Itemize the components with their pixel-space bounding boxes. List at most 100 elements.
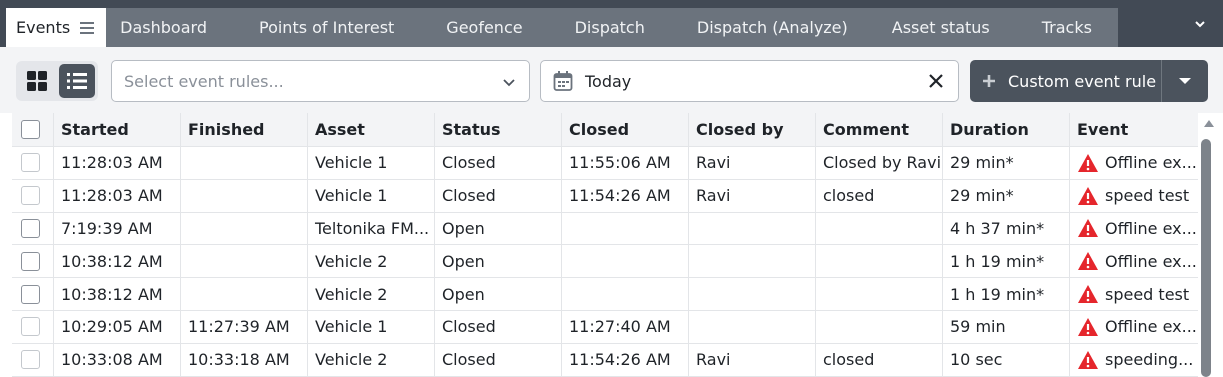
row-checkbox[interactable] <box>21 317 40 337</box>
cell-text: 10:33:08 AM <box>61 350 163 370</box>
cell-text: Vehicle 2 <box>315 284 388 304</box>
cell-asset: Vehicle 2 <box>307 245 434 278</box>
hamburger-icon[interactable] <box>80 21 95 34</box>
row-checkbox[interactable] <box>21 284 40 304</box>
cell-text: speed test <box>1105 284 1190 304</box>
tab-label: Dispatch <box>574 18 645 37</box>
cell-asset: Vehicle 1 <box>307 179 434 212</box>
table-row[interactable]: 11:28:03 AM Vehicle 1 Closed 11:54:26 AM Rav… <box>12 179 1198 213</box>
cell-text: 11:54:26 AM <box>569 186 671 206</box>
cell-text: 11:27:39 AM <box>188 317 290 337</box>
tab-points-of-interest[interactable]: Points of Interest <box>221 8 420 47</box>
grid-view-button[interactable] <box>19 64 55 98</box>
cell-closed: 11:55:06 AM <box>561 147 688 179</box>
cell-event: speeding... <box>1069 343 1198 376</box>
cell-duration: 59 min <box>942 310 1069 343</box>
warning-triangle-icon <box>1078 153 1098 172</box>
event-rules-select[interactable]: Select event rules... <box>111 60 530 102</box>
tab-dispatch-analyze[interactable]: Dispatch (Analyze) <box>671 8 870 47</box>
cell-text: 11:28:03 AM <box>61 186 163 206</box>
events-table: Started Finished Asset Status Closed Clo… <box>12 113 1198 377</box>
table-row[interactable]: 10:38:12 AM Vehicle 2 Open 1 h 19 min* speed… <box>12 278 1198 311</box>
table-row[interactable]: 7:19:39 AM Teltonika FM... Open 4 h 37 min*… <box>12 212 1198 246</box>
toolbar: Select event rules... Today Custom event… <box>0 47 1223 113</box>
table-row[interactable]: 11:28:03 AM Vehicle 1 Closed 11:55:06 AM Rav… <box>12 147 1198 180</box>
row-checkbox[interactable] <box>21 251 40 271</box>
custom-event-rule-button[interactable]: Custom event rule <box>970 60 1208 102</box>
tab-events[interactable]: Events <box>6 8 107 47</box>
cell-started: 10:38:12 AM <box>53 245 180 278</box>
date-range-field[interactable]: Today <box>540 60 959 102</box>
column-asset[interactable]: Asset <box>307 113 434 146</box>
custom-event-rule-dropdown[interactable] <box>1162 60 1208 102</box>
cell-closed-by <box>688 310 815 343</box>
cell-text: closed <box>823 186 875 206</box>
tab-label: Geofence <box>446 18 523 37</box>
row-checkbox[interactable] <box>21 153 40 173</box>
cell-finished <box>180 179 307 212</box>
cell-text: speed test <box>1105 186 1190 206</box>
table-row[interactable]: 10:38:12 AM Vehicle 2 Open 1 h 19 min* Offli… <box>12 245 1198 279</box>
select-all-checkbox[interactable] <box>21 120 40 139</box>
row-checkbox[interactable] <box>21 350 40 370</box>
row-checkbox[interactable] <box>21 186 40 206</box>
column-started[interactable]: Started <box>53 113 180 146</box>
cell-closed-by <box>688 278 815 310</box>
cell-duration: 29 min* <box>942 179 1069 212</box>
cell-duration: 29 min* <box>942 147 1069 179</box>
cell-duration: 4 h 37 min* <box>942 212 1069 245</box>
scrollbar-thumb[interactable] <box>1201 139 1211 377</box>
cell-started: 10:33:08 AM <box>53 343 180 376</box>
cell-event: speed test <box>1069 179 1198 212</box>
select-placeholder: Select event rules... <box>124 71 284 91</box>
row-select-cell <box>12 278 53 310</box>
table-row[interactable]: 10:29:05 AM 11:27:39 AM Vehicle 1 Closed 11:… <box>12 310 1198 344</box>
header-select-cell <box>12 113 53 146</box>
tab-dashboard[interactable]: Dashboard <box>106 8 221 47</box>
cell-text: 11:54:26 AM <box>569 350 671 370</box>
tab-asset-status[interactable]: Asset status <box>870 8 1016 47</box>
warning-triangle-icon <box>1078 285 1098 304</box>
cell-text: 4 h 37 min* <box>950 218 1045 238</box>
cell-text: 1 h 19 min* <box>950 251 1045 271</box>
cell-comment <box>815 278 942 310</box>
table-row[interactable]: 10:33:08 AM 10:33:18 AM Vehicle 2 Closed 11:… <box>12 343 1198 377</box>
tab-label: Tracks <box>1041 18 1092 37</box>
tab-label: Points of Interest <box>258 18 395 37</box>
tab-dispatch[interactable]: Dispatch <box>549 8 671 47</box>
tab-geofence[interactable]: Geofence <box>420 8 548 47</box>
cell-text: 29 min* <box>950 186 1014 206</box>
table-body: 11:28:03 AM Vehicle 1 Closed 11:55:06 AM Rav… <box>12 147 1198 377</box>
cell-asset: Vehicle 1 <box>307 310 434 343</box>
close-icon[interactable] <box>928 73 944 89</box>
tab-label: Asset status <box>891 18 990 37</box>
cell-closed: 11:27:40 AM <box>561 310 688 343</box>
cell-text: 1 h 19 min* <box>950 284 1045 304</box>
row-select-cell <box>12 213 53 245</box>
column-closed-by[interactable]: Closed by <box>688 113 815 146</box>
cell-status: Open <box>434 278 561 310</box>
column-status[interactable]: Status <box>434 113 561 146</box>
row-select-cell <box>12 311 53 343</box>
tab-label: Dispatch (Analyze) <box>696 18 848 37</box>
column-comment[interactable]: Comment <box>815 113 942 146</box>
cell-closed: 11:54:26 AM <box>561 179 688 212</box>
column-finished[interactable]: Finished <box>180 113 307 146</box>
calendar-icon <box>553 71 573 91</box>
cell-comment <box>815 212 942 245</box>
row-select-cell <box>12 344 53 376</box>
vertical-scrollbar[interactable] <box>1198 113 1223 377</box>
cell-text: speeding... <box>1105 350 1194 370</box>
column-closed[interactable]: Closed <box>561 113 688 146</box>
tab-tracks[interactable]: Tracks <box>1016 8 1106 47</box>
row-select-cell <box>12 245 53 277</box>
cell-finished <box>180 278 307 310</box>
column-event[interactable]: Event <box>1069 113 1198 146</box>
column-duration[interactable]: Duration <box>942 113 1069 146</box>
cell-started: 10:29:05 AM <box>53 310 180 343</box>
cell-text: Offline ex... <box>1105 153 1197 173</box>
chevron-down-icon[interactable] <box>1195 19 1205 29</box>
scroll-up-icon[interactable] <box>1204 119 1214 127</box>
list-view-button[interactable] <box>59 64 95 98</box>
row-checkbox[interactable] <box>21 218 40 238</box>
